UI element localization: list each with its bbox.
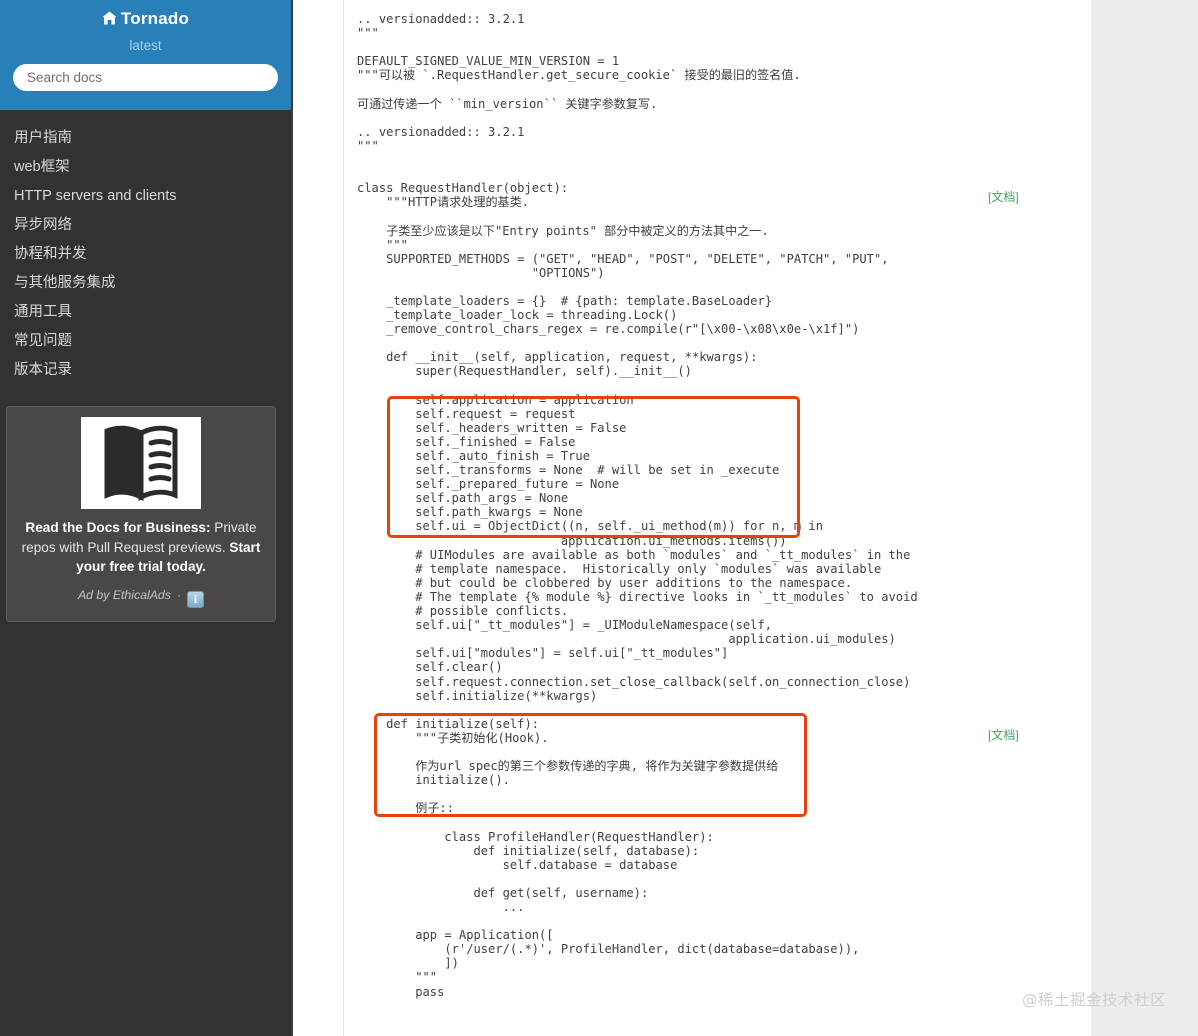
sidebar-item-coroutines[interactable]: 协程和并发: [0, 240, 291, 269]
page-root: Tornado latest 用户指南 web框架 HTTP servers a…: [0, 0, 1198, 1036]
content-left-rule: [343, 0, 344, 1036]
sidebar-header: Tornado latest: [0, 0, 291, 110]
sidebar: Tornado latest 用户指南 web框架 HTTP servers a…: [0, 0, 291, 1036]
home-icon: [102, 10, 117, 30]
brand-label: Tornado: [120, 9, 190, 28]
sidebar-item-utilities[interactable]: 通用工具: [0, 298, 291, 327]
sidebar-nav: 用户指南 web框架 HTTP servers and clients 异步网络…: [0, 110, 291, 385]
search-container: [0, 54, 291, 91]
sidebar-item-faq[interactable]: 常见问题: [0, 327, 291, 356]
ad-separator: ·: [176, 587, 182, 602]
version-label: latest: [129, 38, 162, 53]
doc-link-initialize[interactable]: [文档]: [988, 726, 1019, 743]
watermark: @稀土掘金技术社区: [1022, 991, 1167, 1009]
sidebar-ad[interactable]: Read the Docs for Business: Private repo…: [6, 406, 276, 622]
open-book-icon: [81, 417, 201, 509]
sidebar-item-async-network[interactable]: 异步网络: [0, 211, 291, 240]
ad-text: Read the Docs for Business: Private repo…: [19, 518, 263, 577]
ad-footer: Ad by EthicalAds · i: [19, 588, 263, 608]
sidebar-item-web-framework[interactable]: web框架: [0, 153, 291, 182]
source-code-block: .. versionadded:: 3.2.1 """ DEFAULT_SIGN…: [357, 12, 918, 999]
ad-text-bold-lead: Read the Docs for Business:: [25, 520, 211, 535]
sidebar-item-user-guide[interactable]: 用户指南: [0, 124, 291, 153]
sidebar-item-http-servers[interactable]: HTTP servers and clients: [0, 182, 291, 211]
search-input[interactable]: [13, 64, 278, 91]
info-icon[interactable]: i: [187, 590, 205, 608]
brand-link[interactable]: Tornado: [0, 0, 291, 30]
ad-byline[interactable]: Ad by EthicalAds: [78, 588, 171, 602]
sidebar-item-integration[interactable]: 与其他服务集成: [0, 269, 291, 298]
sidebar-item-release-notes[interactable]: 版本记录: [0, 356, 291, 385]
right-gutter: [1091, 0, 1198, 1036]
doc-link-requesthandler[interactable]: [文档]: [988, 188, 1019, 205]
